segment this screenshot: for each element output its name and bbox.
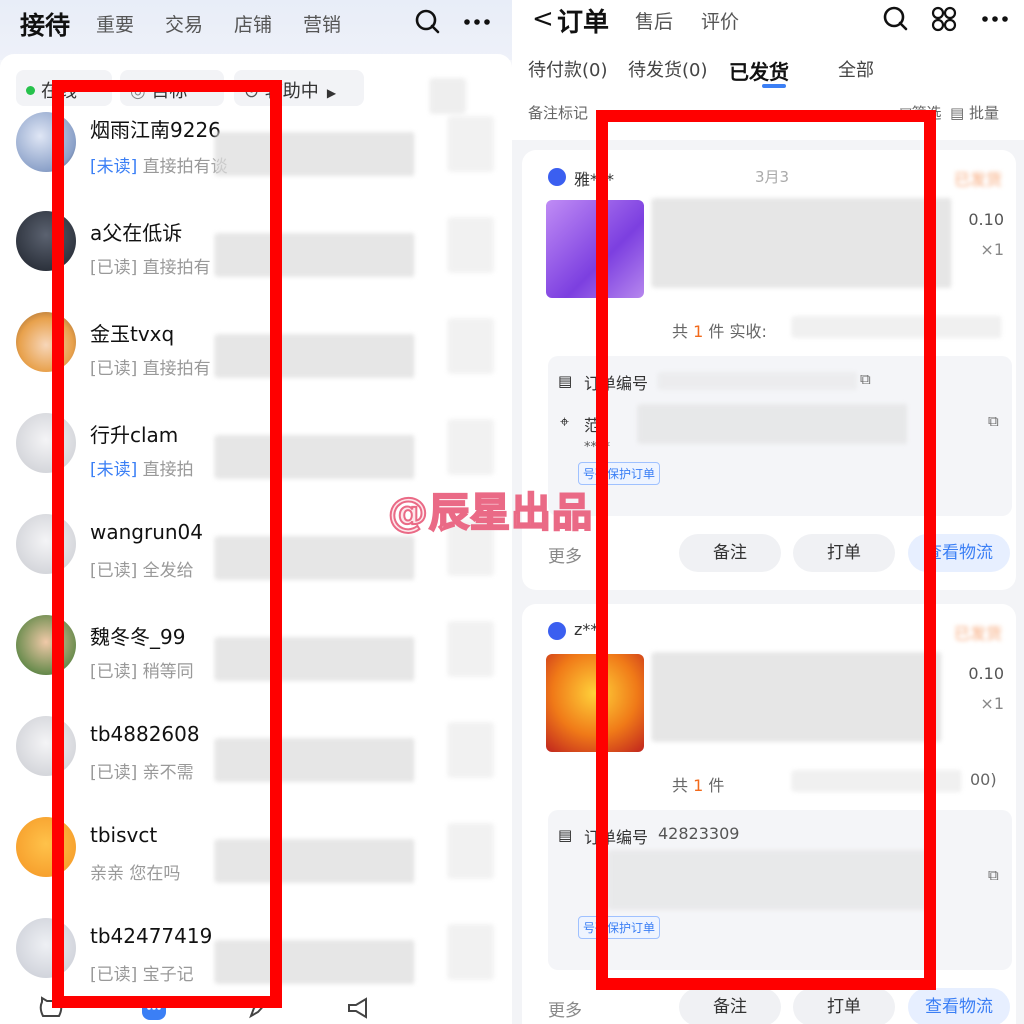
more-actions[interactable]: 更多	[548, 542, 582, 567]
highlight-box-left	[52, 80, 282, 1008]
order-number-icon: ▤	[558, 826, 573, 844]
blurred-time	[448, 924, 494, 980]
blurred-time	[448, 116, 494, 172]
order-number-icon: ▤	[558, 372, 573, 390]
blurred-area	[430, 78, 466, 114]
item-quantity: ×1	[980, 240, 1004, 259]
buyer-avatar-icon	[548, 622, 566, 640]
tab-all[interactable]: 全部	[838, 56, 874, 82]
blurred-time	[448, 217, 494, 273]
remark-button[interactable]: 备注	[679, 988, 781, 1024]
item-quantity: ×1	[980, 694, 1004, 713]
batch-button[interactable]: ▤ 批量	[950, 102, 999, 123]
batch-label: 批量	[968, 104, 999, 122]
summary-tail: 00)	[970, 770, 997, 789]
item-price: 0.10	[968, 664, 1004, 683]
highlight-box-right	[596, 110, 936, 990]
page-title: 接待	[20, 11, 71, 40]
blurred-time	[448, 823, 494, 879]
remark-filter[interactable]: 备注标记	[528, 102, 588, 123]
grid-icon[interactable]	[930, 5, 958, 33]
tab-reviews[interactable]: 评价	[701, 7, 739, 34]
item-price: 0.10	[968, 210, 1004, 229]
buyer-avatar-icon	[548, 168, 566, 186]
order-status: 已发货	[953, 170, 1002, 189]
search-icon[interactable]	[414, 8, 442, 36]
tab-important[interactable]: 重要	[96, 10, 134, 37]
print-button[interactable]: 打单	[793, 988, 895, 1024]
megaphone-tab-icon[interactable]	[346, 996, 372, 1020]
copy-address-icon[interactable]: ⧉	[988, 866, 999, 884]
order-status: 已发货	[953, 624, 1002, 643]
buyer-name: z**	[574, 620, 599, 639]
tab-pending-payment[interactable]: 待付款(0)	[528, 56, 608, 82]
tab-shop[interactable]: 店铺	[234, 10, 272, 37]
watermark: @辰星出品	[387, 489, 593, 537]
tab-marketing[interactable]: 营销	[303, 10, 341, 37]
tab-pending-shipment[interactable]: 待发货(0)	[628, 56, 708, 82]
order-page-title: 订单	[557, 8, 610, 38]
blurred-time	[448, 419, 494, 475]
back-button[interactable]: <	[532, 4, 554, 34]
message-nav-bar: 接待 重要 交易 店铺 营销	[0, 0, 512, 44]
view-logistics-button[interactable]: 查看物流	[908, 988, 1010, 1024]
play-icon: ▶	[326, 86, 337, 100]
more-icon[interactable]	[462, 8, 490, 36]
copy-address-icon[interactable]: ⧉	[988, 412, 999, 430]
blurred-time	[448, 722, 494, 778]
list-icon: ▤	[950, 104, 969, 122]
blurred-time	[448, 318, 494, 374]
active-tab-indicator	[762, 84, 786, 88]
blurred-time	[448, 621, 494, 677]
location-icon: ⌖	[560, 412, 570, 431]
tab-after-sales[interactable]: 售后	[635, 7, 673, 34]
online-dot-icon	[26, 86, 35, 95]
search-icon[interactable]	[882, 5, 910, 33]
tab-shipped[interactable]: 已发货	[729, 56, 789, 85]
tab-trade[interactable]: 交易	[165, 10, 203, 37]
more-icon[interactable]	[980, 5, 1008, 33]
more-actions[interactable]: 更多	[548, 996, 582, 1021]
